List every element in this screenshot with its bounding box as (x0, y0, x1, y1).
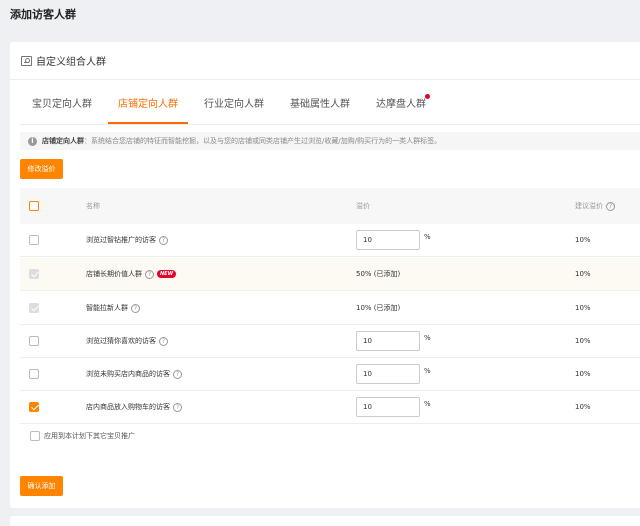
bid-input[interactable]: 10 (356, 230, 420, 250)
crowd-name: 浏览过智钻推广的访客 (86, 236, 156, 244)
row-checkbox-disabled (29, 303, 39, 313)
table-row: 智能拉新人群? 10% (已添加) 10% (20, 292, 640, 325)
crowd-name: 浏览过猜你喜欢的访客 (86, 337, 156, 345)
crowd-name: 店内商品放入购物车的访客 (86, 403, 170, 411)
bid-unit: % (424, 334, 431, 342)
header-bid: 溢价 (356, 202, 370, 210)
row-checkbox[interactable] (29, 235, 39, 245)
tab-basic-attr-crowd[interactable]: 基础属性人群 (280, 98, 360, 124)
help-icon[interactable]: ? (145, 269, 154, 279)
new-badge: NEW (157, 270, 177, 278)
bid-unit: % (424, 367, 431, 375)
tab-shop-crowd[interactable]: 店铺定向人群 (108, 98, 188, 124)
table-row: 浏览过智钻推广的访客? 10% 10% (20, 224, 640, 257)
bid-unit: % (424, 233, 431, 241)
crowd-name: 智能拉新人群 (86, 304, 128, 312)
next-card (10, 516, 640, 526)
info-text: ：系统结合您店铺的特征而智能挖掘，以及与您的店铺或同类店铺产生过浏览/收藏/加购… (84, 137, 442, 145)
row-checkbox[interactable] (29, 336, 39, 346)
new-dot (425, 94, 430, 99)
info-icon: i (28, 136, 37, 146)
row-checkbox-disabled (29, 269, 39, 279)
table-row: 店内商品放入购物车的访客? 10% 10% (20, 391, 640, 424)
tab-damopan-crowd[interactable]: 达摩盘人群 (366, 94, 436, 124)
suggest-value: 10% (575, 236, 591, 244)
header-name: 名称 (86, 202, 100, 210)
row-checkbox[interactable] (29, 369, 39, 379)
crowd-icon (21, 55, 32, 66)
info-title: 店铺定向人群 (42, 137, 84, 145)
crowd-name: 店铺长期价值人群 (86, 270, 142, 278)
card-header-title: 自定义组合人群 (36, 57, 106, 68)
tab-industry-crowd[interactable]: 行业定向人群 (194, 98, 274, 124)
bid-input[interactable]: 10 (356, 364, 420, 384)
apply-all-option[interactable]: 应用到本计划下其它宝贝推广 (30, 431, 135, 441)
suggest-value: 10% (575, 304, 591, 312)
suggest-value: 10% (575, 337, 591, 345)
suggest-value: 10% (575, 270, 591, 278)
tab-item-crowd[interactable]: 宝贝定向人群 (22, 98, 102, 124)
header-suggest: 建议溢价? (575, 188, 615, 224)
bid-added-text: 50% (已添加) (356, 270, 401, 278)
crowd-tabs: 宝贝定向人群 店铺定向人群 行业定向人群 基础属性人群 达摩盘人群 (22, 94, 442, 124)
row-checkbox-checked[interactable] (29, 402, 39, 412)
suggest-value: 10% (575, 403, 591, 411)
help-icon[interactable]: ? (173, 402, 182, 412)
bid-unit: % (424, 400, 431, 408)
page-title: 添加访客人群 (10, 8, 76, 21)
table-row: 店铺长期价值人群? NEW 50% (已添加) 10% (20, 258, 640, 291)
help-icon[interactable]: ? (159, 336, 168, 346)
crowd-name: 浏览未购买店内商品的访客 (86, 370, 170, 378)
confirm-add-button[interactable]: 确认添加 (20, 476, 63, 496)
apply-all-checkbox[interactable] (30, 431, 40, 441)
table-row: 浏览未购买店内商品的访客? 10% 10% (20, 358, 640, 391)
card-header: 自定义组合人群 (21, 53, 106, 68)
help-icon[interactable]: ? (173, 369, 182, 379)
apply-all-label: 应用到本计划下其它宝贝推广 (44, 432, 135, 440)
suggest-value: 10% (575, 370, 591, 378)
modify-bid-button[interactable]: 修改溢价 (20, 159, 63, 179)
header-divider (10, 79, 640, 80)
help-icon[interactable]: ? (159, 235, 168, 245)
bid-added-text: 10% (已添加) (356, 304, 401, 312)
tabs-divider (20, 124, 640, 125)
info-bar: i 店铺定向人群 ：系统结合您店铺的特征而智能挖掘，以及与您的店铺或同类店铺产生… (20, 132, 640, 150)
table-row: 浏览过猜你喜欢的访客? 10% 10% (20, 325, 640, 358)
help-icon[interactable]: ? (131, 303, 140, 313)
help-icon[interactable]: ? (606, 201, 615, 211)
select-all-checkbox[interactable] (29, 201, 39, 211)
bid-input[interactable]: 10 (356, 397, 420, 417)
bid-input[interactable]: 10 (356, 331, 420, 351)
table-header: 名称 溢价 建议溢价? (20, 188, 640, 224)
